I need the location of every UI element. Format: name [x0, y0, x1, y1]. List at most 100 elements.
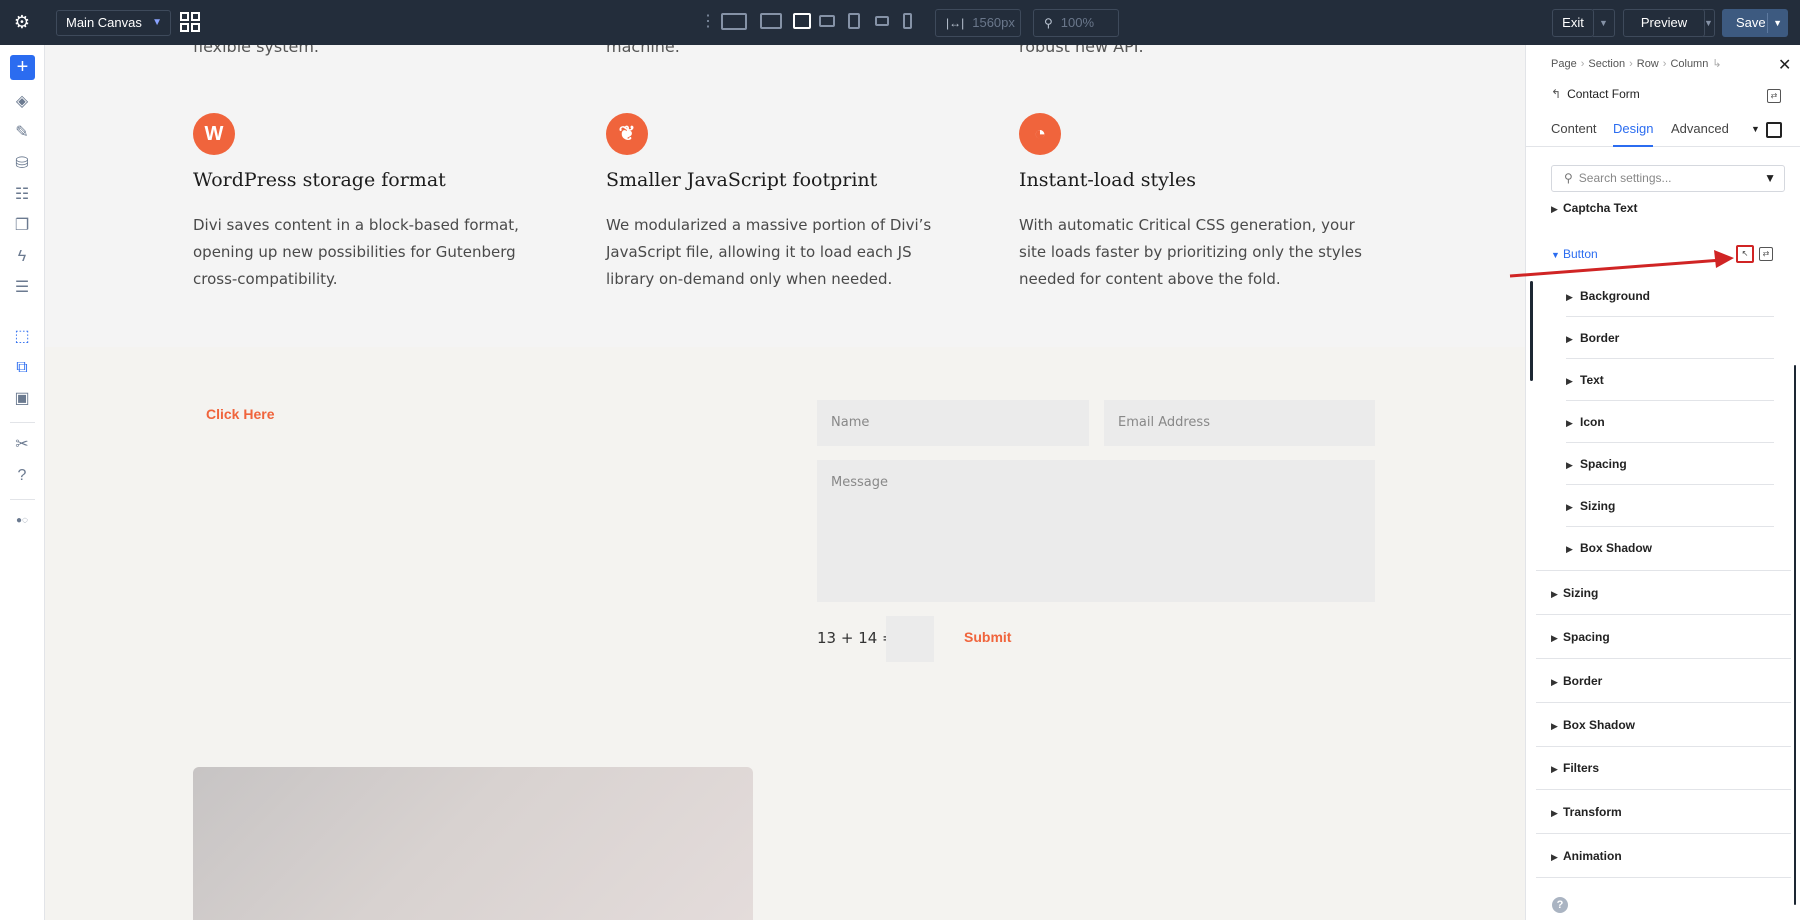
name-field[interactable]: Name	[817, 400, 1089, 446]
layers-icon[interactable]: ◈	[12, 92, 32, 112]
search-settings-input[interactable]: ⚲ Search settings... ▼	[1551, 165, 1785, 192]
group-label: Captcha Text	[1563, 201, 1638, 215]
desktop-view-icon[interactable]	[760, 13, 782, 29]
help-icon[interactable]: ?	[1552, 897, 1568, 913]
divider	[1536, 746, 1791, 747]
settings-gear-icon[interactable]: ⚙	[12, 12, 32, 32]
module-title: ↰ Contact Form	[1551, 87, 1640, 101]
group-border[interactable]: ▶ Border	[1551, 674, 1602, 688]
lightning-icon[interactable]: ϟ	[12, 247, 32, 267]
feature-description: With automatic Critical CSS generation, …	[1019, 216, 1362, 288]
email-field[interactable]: Email Address	[1104, 400, 1375, 446]
save-options-chevron-icon[interactable]: ▼	[1773, 9, 1782, 37]
group-sizing[interactable]: ▶ Sizing	[1551, 586, 1598, 600]
captcha-input[interactable]	[886, 616, 934, 662]
exit-button[interactable]: Exit	[1552, 9, 1594, 37]
breadcrumb-separator-icon: ›	[1580, 58, 1585, 70]
feature-title: Smaller JavaScript footprint	[606, 169, 878, 191]
laptop-view-icon[interactable]	[793, 13, 811, 29]
image-placeholder	[193, 767, 753, 920]
tab-advanced[interactable]: Advanced	[1671, 117, 1729, 147]
copy-pages-icon[interactable]: ❐	[12, 216, 32, 236]
feature-title: Instant-load styles	[1019, 169, 1196, 191]
grid-view-icon[interactable]	[180, 12, 200, 32]
top-toolbar: ⚙ Main Canvas ▼ ⋮ |↔| 1560px ⚲ 100% Exit ▼…	[0, 0, 1800, 45]
module-options-icon[interactable]: ⇄	[1767, 89, 1781, 103]
expand-triangle-icon: ▶	[1566, 376, 1573, 386]
close-icon[interactable]: ✕	[1778, 55, 1791, 75]
canvas-width-field[interactable]: |↔| 1560px	[935, 9, 1021, 37]
back-arrow-icon[interactable]: ↰	[1551, 87, 1561, 101]
group-spacing[interactable]: ▶ Spacing	[1551, 630, 1610, 644]
preview-options-dropdown[interactable]: ▼	[1703, 9, 1715, 37]
feather-icon: ❦	[606, 113, 648, 155]
panel-tabs: Content Design Advanced ▼	[1526, 117, 1800, 147]
search-icon: ⚲	[1564, 171, 1573, 185]
toggle-dots-icon[interactable]: ●◌	[12, 511, 32, 531]
sub-group-sizing[interactable]: ▶ Sizing	[1566, 485, 1774, 527]
preset-square-icon[interactable]	[1766, 122, 1782, 138]
sliders-icon[interactable]: ☰	[12, 278, 32, 298]
toolbar-divider	[10, 499, 35, 500]
message-field[interactable]: Message	[817, 460, 1375, 602]
group-label: Box Shadow	[1563, 718, 1636, 732]
responsive-preview-icon[interactable]: ▣	[12, 389, 32, 409]
tablet-landscape-view-icon[interactable]	[819, 15, 835, 27]
multi-select-icon[interactable]: ⧉	[12, 358, 32, 378]
sub-group-border[interactable]: ▶ Border	[1566, 317, 1774, 359]
canvas-selector[interactable]: Main Canvas ▼	[56, 10, 171, 36]
group-label: Animation	[1563, 849, 1622, 863]
zoom-field[interactable]: ⚲ 100%	[1033, 9, 1119, 37]
design-library-icon[interactable]: ✎	[12, 123, 32, 143]
page-settings-icon[interactable]: ☷	[12, 185, 32, 205]
breadcrumb-page[interactable]: Page	[1551, 58, 1577, 70]
group-label: Button	[1563, 247, 1598, 261]
sub-group-background[interactable]: ▶ Background	[1566, 275, 1774, 317]
group-label: Transform	[1563, 805, 1622, 819]
click-select-icon[interactable]: ⬚	[12, 327, 32, 347]
divider	[1536, 570, 1791, 571]
phone-landscape-view-icon[interactable]	[875, 16, 889, 26]
save-button[interactable]: Save ▼	[1722, 9, 1788, 37]
group-animation[interactable]: ▶ Animation	[1551, 849, 1622, 863]
sub-group-icon[interactable]: ▶ Icon	[1566, 401, 1774, 443]
add-module-button[interactable]: +	[10, 55, 35, 80]
save-button-label: Save	[1736, 15, 1766, 30]
sub-group-spacing[interactable]: ▶ Spacing	[1566, 443, 1774, 485]
breadcrumb-section[interactable]: Section	[1588, 58, 1625, 70]
widescreen-view-icon[interactable]	[721, 13, 747, 30]
group-box-shadow[interactable]: ▶ Box Shadow	[1551, 718, 1635, 732]
click-here-button[interactable]: Click Here	[206, 406, 274, 422]
cut-off-text: flexible system.	[193, 45, 320, 56]
help-icon[interactable]: ?	[12, 466, 32, 486]
expand-triangle-icon: ▶	[1551, 808, 1558, 818]
tablet-view-icon[interactable]	[848, 13, 860, 29]
sub-group-label: Icon	[1580, 415, 1605, 429]
tab-design[interactable]: Design	[1613, 117, 1654, 147]
cut-off-text: machine.	[606, 45, 680, 56]
canvas-width-value: 1560px	[972, 15, 1015, 30]
more-vertical-icon[interactable]: ⋮	[700, 12, 716, 32]
tab-content[interactable]: Content	[1551, 117, 1597, 147]
tools-icon[interactable]: ✂	[12, 435, 32, 455]
filter-icon[interactable]: ▼	[1764, 166, 1776, 191]
submit-button[interactable]: Submit	[964, 629, 1011, 645]
tab-more-chevron-icon[interactable]: ▼	[1751, 124, 1760, 134]
group-options-icon[interactable]: ⇄	[1759, 247, 1773, 261]
group-button[interactable]: ▼ Button	[1551, 247, 1598, 261]
group-transform[interactable]: ▶ Transform	[1551, 805, 1622, 819]
group-captcha-text[interactable]: ▶ Captcha Text	[1551, 201, 1637, 215]
panel-scrollbar[interactable]	[1794, 365, 1796, 905]
preview-button[interactable]: Preview	[1623, 9, 1705, 37]
phone-view-icon[interactable]	[903, 13, 912, 29]
group-label: Spacing	[1563, 630, 1610, 644]
hover-state-icon[interactable]: ↖	[1736, 245, 1754, 263]
exit-options-dropdown[interactable]: ▼	[1593, 9, 1615, 37]
breadcrumb-row[interactable]: Row	[1637, 58, 1659, 70]
breadcrumb-column[interactable]: Column	[1670, 58, 1708, 70]
group-label: Sizing	[1563, 586, 1599, 600]
group-filters[interactable]: ▶ Filters	[1551, 761, 1599, 775]
sub-group-box-shadow[interactable]: ▶ Box Shadow	[1566, 527, 1774, 569]
sub-group-text[interactable]: ▶ Text	[1566, 359, 1774, 401]
database-icon[interactable]: ⛁	[12, 154, 32, 174]
